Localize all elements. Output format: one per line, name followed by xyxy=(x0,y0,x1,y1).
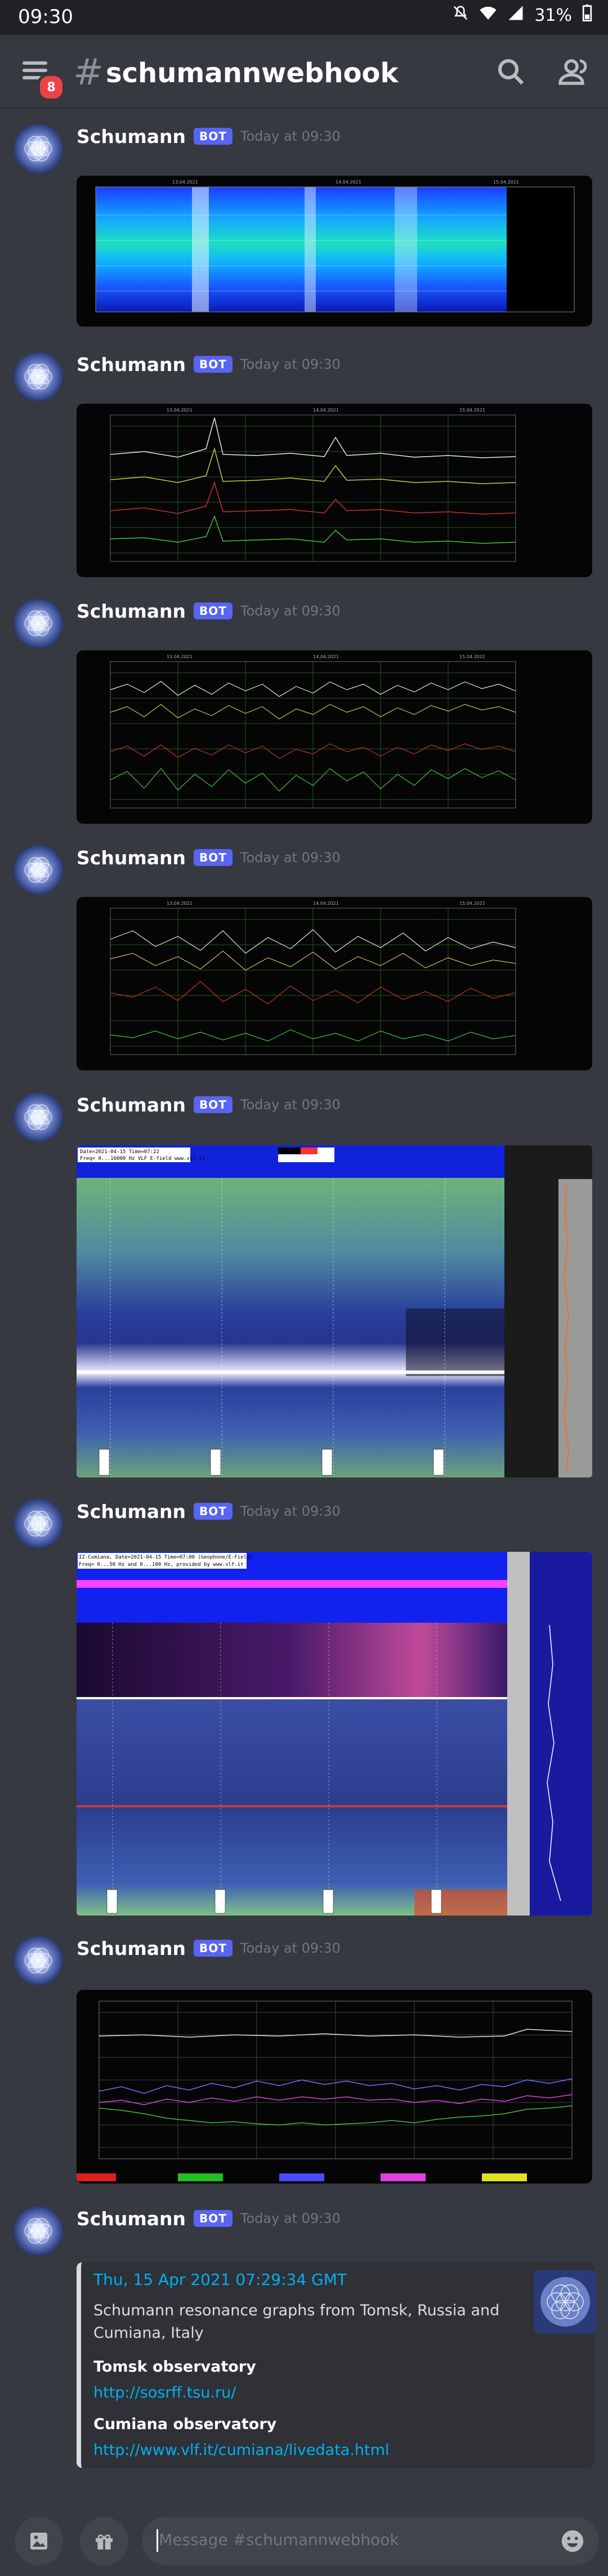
embed-link[interactable]: http://sosrff.tsu.ru/ xyxy=(93,2384,236,2401)
image-icon xyxy=(30,2533,47,2550)
vlf-header-line-1: Date=2021-04-15 Time=07:22 xyxy=(80,1149,159,1155)
message-input-placeholder: Message #schumannwebhook xyxy=(159,2530,399,2549)
notification-badge: 8 xyxy=(37,73,65,101)
bot-badge: BOT xyxy=(193,1096,233,1113)
chart-date-label: 13.04.2021 xyxy=(167,408,193,413)
chart-date-label: 13.04.2021 xyxy=(172,180,198,185)
embed-description: Schumann resonance graphs from Tomsk, Ru… xyxy=(93,2302,500,2342)
chart-date-label: 14.04.2021 xyxy=(313,654,339,659)
search-icon[interactable] xyxy=(494,55,528,89)
amplitude-chart-image[interactable]: 13.04.2021 14.04.2021 15.04.2021 xyxy=(77,404,592,577)
bot-badge: BOT xyxy=(193,849,233,866)
message-composer: Message #schumannwebhook xyxy=(0,2504,608,2576)
cumiana-line-chart-image[interactable] xyxy=(77,1990,592,2184)
gift-button[interactable] xyxy=(80,2517,128,2565)
chart-date-label: 14.04.2021 xyxy=(313,901,339,906)
chart-date-label: 14.04.2021 xyxy=(336,180,361,185)
q-factor-chart-image[interactable]: 13.04.2021 14.04.2021 15.04.2021 xyxy=(77,897,592,1070)
message-timestamp: Today at 09:30 xyxy=(240,356,341,372)
avatar[interactable] xyxy=(14,352,63,401)
avatar[interactable] xyxy=(14,1936,63,1985)
chart-date-label: 15.04.2021 xyxy=(459,901,485,906)
chart-date-label: 15.04.2021 xyxy=(459,654,485,659)
message-timestamp: Today at 09:30 xyxy=(240,603,341,619)
message-timestamp: Today at 09:30 xyxy=(240,2211,341,2226)
bot-badge: BOT xyxy=(193,1940,233,1957)
wifi-icon xyxy=(479,5,497,25)
embed-field-title: Cumiana observatory xyxy=(93,2416,277,2433)
channel-hash-icon: # xyxy=(73,52,104,93)
elf-header-line-2: Freq= 0...50 Hz and 0...100 Hz, provided… xyxy=(79,1562,244,1568)
spectrogram-image[interactable]: 13.04.2021 14.04.2021 15.04.2021 xyxy=(77,176,592,327)
chart-date-label: 14.04.2021 xyxy=(313,408,339,413)
vlf-spectrogram-image[interactable]: Date=2021-04-15 Time=07:22 Freq= 0...160… xyxy=(77,1145,592,1477)
mute-icon xyxy=(452,5,469,26)
bot-badge: BOT xyxy=(193,602,233,619)
message-timestamp: Today at 09:30 xyxy=(240,128,341,144)
author-name[interactable]: Schumann xyxy=(77,1094,186,1116)
chart-date-label: 15.04.2021 xyxy=(493,180,519,185)
avatar[interactable] xyxy=(14,2206,63,2256)
bot-badge: BOT xyxy=(193,128,233,145)
author-name[interactable]: Schumann xyxy=(77,1937,186,1959)
avatar[interactable] xyxy=(14,845,63,895)
author-name[interactable]: Schumann xyxy=(77,2208,186,2230)
author-name[interactable]: Schumann xyxy=(77,600,186,622)
avatar[interactable] xyxy=(14,1499,63,1548)
message-timestamp: Today at 09:30 xyxy=(240,1940,341,1956)
elf-header-line-1: IZ-Cumiana, Date=2021-04-15 Time=07:00 (… xyxy=(79,1555,253,1560)
signal-icon xyxy=(507,5,524,25)
channel-title: schumannwebhook xyxy=(106,57,399,89)
members-icon[interactable] xyxy=(557,55,591,89)
battery-text: 31% xyxy=(534,5,572,25)
message-timestamp: Today at 09:30 xyxy=(240,1503,341,1519)
status-bar: 09:30 31% xyxy=(0,0,608,35)
chart-date-label: 13.04.2021 xyxy=(167,901,193,906)
status-time: 09:30 xyxy=(18,6,73,28)
chart-date-label: 15.04.2021 xyxy=(459,408,485,413)
embed-thumbnail[interactable] xyxy=(534,2270,597,2333)
message-timestamp: Today at 09:30 xyxy=(240,850,341,865)
bot-badge: BOT xyxy=(193,1503,233,1520)
author-name[interactable]: Schumann xyxy=(77,126,186,148)
frequency-chart-image[interactable]: 13.04.2021 14.04.2021 15.04.2021 xyxy=(77,650,592,824)
chart-date-label: 13.04.2021 xyxy=(167,654,193,659)
author-name[interactable]: Schumann xyxy=(77,1501,186,1523)
emoji-icon[interactable] xyxy=(560,2528,585,2556)
avatar[interactable] xyxy=(14,1092,63,1142)
embed-field-title: Tomsk observatory xyxy=(93,2358,256,2376)
avatar[interactable] xyxy=(14,599,63,648)
embed-timestamp: Thu, 15 Apr 2021 07:29:34 GMT xyxy=(93,2270,347,2289)
bot-badge: BOT xyxy=(193,2210,233,2227)
link-embed: Thu, 15 Apr 2021 07:29:34 GMT Schumann r… xyxy=(77,2262,597,2468)
author-name[interactable]: Schumann xyxy=(77,847,186,869)
message-timestamp: Today at 09:30 xyxy=(240,1097,341,1113)
message-input[interactable]: Message #schumannwebhook xyxy=(142,2517,599,2565)
battery-icon xyxy=(582,5,592,26)
gift-icon xyxy=(96,2534,113,2550)
embed-link[interactable]: http://www.vlf.it/cumiana/livedata.html xyxy=(93,2441,389,2459)
bot-badge: BOT xyxy=(193,356,233,373)
vlf-header-line-2: Freq= 0...16000 Hz VLF E-field www.vlf.i… xyxy=(80,1156,205,1162)
channel-header: 8 # schumannwebhook xyxy=(0,35,608,107)
avatar[interactable] xyxy=(14,124,63,173)
elf-spectrogram-image[interactable]: IZ-Cumiana, Date=2021-04-15 Time=07:00 (… xyxy=(77,1552,592,1916)
image-upload-button[interactable] xyxy=(15,2517,63,2565)
author-name[interactable]: Schumann xyxy=(77,354,186,376)
